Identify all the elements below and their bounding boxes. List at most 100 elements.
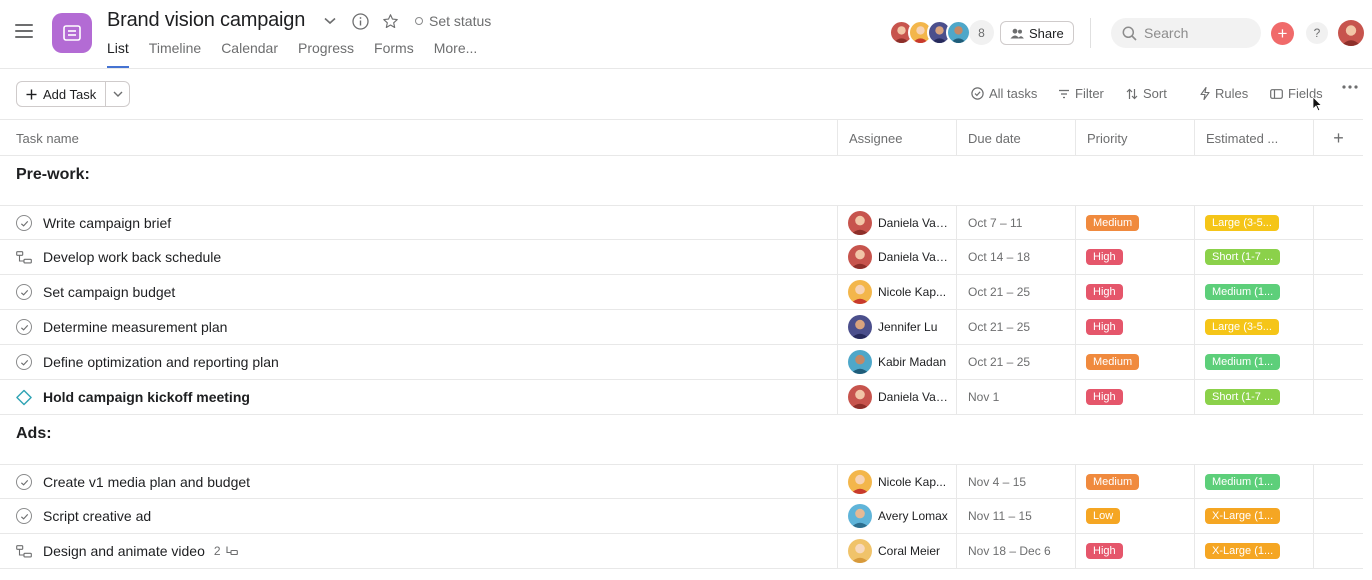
column-due-date[interactable]: Due date [956,120,1075,156]
estimate-cell[interactable]: Large (3-5... [1194,310,1313,344]
task-name[interactable]: Determine measurement plan [43,319,227,335]
subtask-icon[interactable] [16,249,32,265]
complete-checkbox-icon[interactable] [16,319,32,335]
tab-calendar[interactable]: Calendar [221,40,278,68]
priority-cell[interactable]: Low [1075,499,1194,533]
user-avatar[interactable] [1338,20,1364,46]
priority-cell[interactable]: High [1075,380,1194,414]
table-row[interactable]: Create v1 media plan and budget Nicole Ka… [0,464,1363,499]
assignee-cell[interactable]: Nicole Kap... [837,465,956,499]
estimate-cell[interactable]: Medium (1... [1194,275,1313,309]
tab-progress[interactable]: Progress [298,40,354,68]
estimate-cell[interactable]: Medium (1... [1194,465,1313,499]
due-date-cell[interactable]: Oct 21 – 25 [956,275,1075,309]
priority-cell[interactable]: Medium [1075,465,1194,499]
set-status-button[interactable]: Set status [415,13,491,29]
table-row[interactable]: Develop work back schedule Daniela Var...… [0,240,1363,275]
all-tasks-button[interactable]: All tasks [971,86,1037,101]
share-button[interactable]: Share [1000,21,1074,45]
sort-button[interactable]: Sort [1126,86,1167,101]
task-name[interactable]: Hold campaign kickoff meeting [43,389,250,405]
filter-button[interactable]: Filter [1058,86,1104,101]
chevron-down-icon[interactable] [321,12,339,30]
due-date-cell[interactable]: Nov 11 – 15 [956,499,1075,533]
tab-more[interactable]: More... [434,40,478,68]
add-column-button[interactable]: + [1313,120,1363,156]
task-name-cell: Create v1 media plan and budget [16,465,837,499]
estimate-cell[interactable]: X-Large (1... [1194,499,1313,533]
column-assignee[interactable]: Assignee [837,120,956,156]
column-task-name[interactable]: Task name [16,120,837,156]
tab-list[interactable]: List [107,40,129,68]
column-estimated[interactable]: Estimated ... [1194,120,1313,156]
task-name[interactable]: Create v1 media plan and budget [43,474,250,490]
table-row[interactable]: Hold campaign kickoff meeting Daniela Var… [0,380,1363,415]
estimate-cell[interactable]: Short (1-7 ... [1194,380,1313,414]
project-members[interactable]: 8 [889,20,994,45]
complete-checkbox-icon[interactable] [16,215,32,231]
assignee-cell[interactable]: Jennifer Lu [837,310,956,344]
project-list-icon[interactable] [52,13,92,53]
estimate-cell[interactable]: X-Large (1... [1194,534,1313,568]
assignee-cell[interactable]: Avery Lomax [837,499,956,533]
help-button[interactable]: ? [1306,22,1328,44]
quick-add-button[interactable]: + [1271,22,1294,45]
task-name[interactable]: Define optimization and reporting plan [43,354,279,370]
complete-checkbox-icon[interactable] [16,508,32,524]
table-row[interactable]: Set campaign budget Nicole Kap... Oct 21 –… [0,275,1363,310]
priority-cell[interactable]: High [1075,240,1194,274]
priority-cell[interactable]: High [1075,275,1194,309]
assignee-cell[interactable]: Daniela Var... [837,240,956,274]
table-row[interactable]: Write campaign brief Daniela Var... Oct 7 … [0,205,1363,240]
add-task-dropdown[interactable] [105,82,129,106]
due-date-cell[interactable]: Oct 21 – 25 [956,310,1075,344]
estimate-cell[interactable]: Short (1-7 ... [1194,240,1313,274]
assignee-cell[interactable]: Daniela Var... [837,206,956,240]
complete-checkbox-icon[interactable] [16,354,32,370]
priority-cell[interactable]: Medium [1075,206,1194,240]
project-title[interactable]: Brand vision campaign [107,9,305,32]
task-name[interactable]: Develop work back schedule [43,249,221,265]
rules-button[interactable]: Rules [1200,86,1248,101]
menu-icon[interactable] [15,24,33,40]
task-name[interactable]: Script creative ad [43,508,151,524]
task-name[interactable]: Design and animate video [43,543,205,559]
due-date-cell[interactable]: Nov 18 – Dec 6 [956,534,1075,568]
milestone-icon[interactable] [16,389,32,405]
assignee-cell[interactable]: Coral Meier [837,534,956,568]
priority-cell[interactable]: High [1075,310,1194,344]
due-date-cell[interactable]: Oct 7 – 11 [956,206,1075,240]
info-icon[interactable] [351,12,369,30]
tab-forms[interactable]: Forms [374,40,414,68]
tab-timeline[interactable]: Timeline [149,40,201,68]
column-priority[interactable]: Priority [1075,120,1194,156]
table-row[interactable]: Define optimization and reporting plan Ka… [0,345,1363,380]
due-date-cell[interactable]: Oct 21 – 25 [956,345,1075,379]
assignee-cell[interactable]: Daniela Var... [837,380,956,414]
estimate-cell[interactable]: Medium (1... [1194,345,1313,379]
table-row[interactable]: Script creative ad Avery Lomax Nov 11 – 15… [0,499,1363,534]
task-name[interactable]: Write campaign brief [43,215,171,231]
search-input[interactable]: Search [1111,18,1261,48]
star-icon[interactable] [381,12,399,30]
assignee-cell[interactable]: Kabir Madan [837,345,956,379]
due-date-cell[interactable]: Nov 1 [956,380,1075,414]
member-count-badge[interactable]: 8 [969,20,994,45]
priority-cell[interactable]: High [1075,534,1194,568]
complete-checkbox-icon[interactable] [16,474,32,490]
complete-checkbox-icon[interactable] [16,284,32,300]
section-header[interactable]: Pre-work: [16,166,90,184]
subtask-icon[interactable] [16,543,32,559]
add-task-button[interactable]: Add Task [17,82,105,106]
more-options-icon[interactable] [1341,84,1359,90]
priority-cell[interactable]: Medium [1075,345,1194,379]
due-date-cell[interactable]: Nov 4 – 15 [956,465,1075,499]
table-row[interactable]: Design and animate video 2 Coral Meier Nov … [0,534,1363,569]
due-date-cell[interactable]: Oct 14 – 18 [956,240,1075,274]
section-header[interactable]: Ads: [16,425,52,443]
task-name[interactable]: Set campaign budget [43,284,175,300]
table-row[interactable]: Determine measurement plan Jennifer Lu Oct… [0,310,1363,345]
estimate-cell[interactable]: Large (3-5... [1194,206,1313,240]
subtask-count[interactable]: 2 [214,544,238,558]
assignee-cell[interactable]: Nicole Kap... [837,275,956,309]
